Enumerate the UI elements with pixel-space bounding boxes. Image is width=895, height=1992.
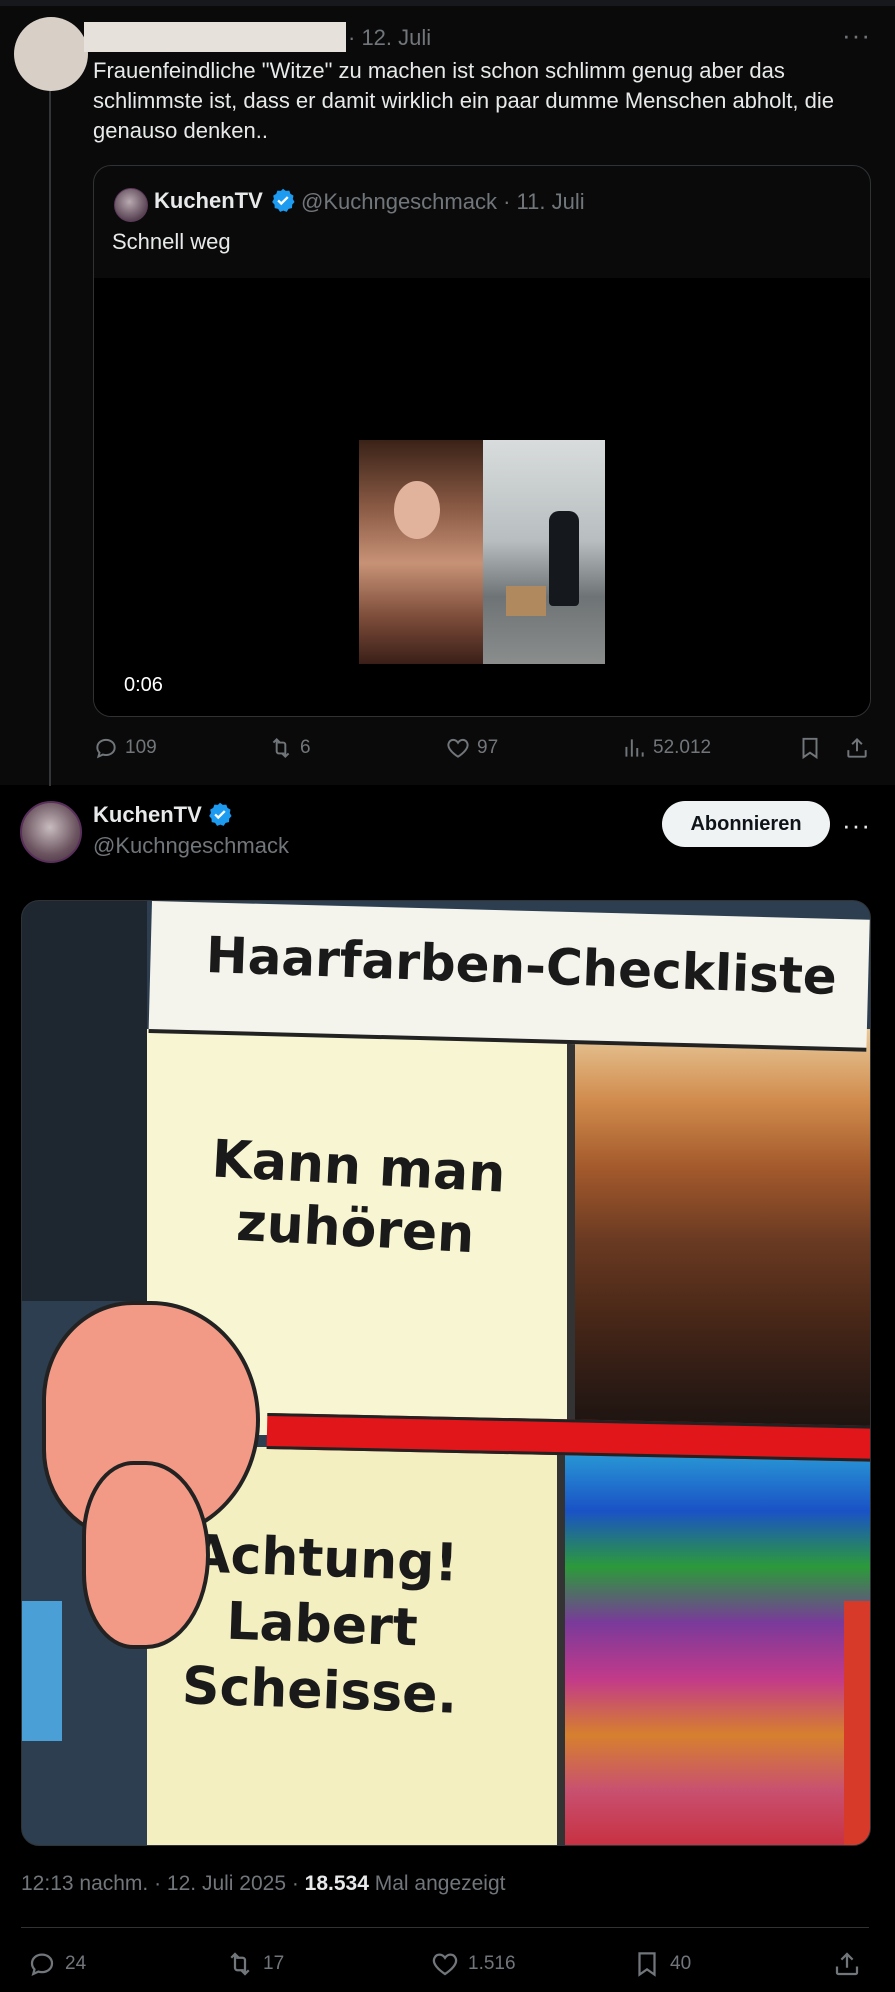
reply-icon [96,738,116,759]
main-author-avatar[interactable] [20,801,82,863]
video-thumbnail-face [394,481,440,539]
quote-author-handle[interactable]: @Kuchngeschmack · 11. Juli [301,189,585,215]
tweet-view-label: Mal angezeigt [368,1872,506,1895]
tweet-view-count: 18.534 [304,1872,369,1895]
meme-top-text: Kann man zuhören [210,1129,507,1266]
views-count: 52.012 [653,737,712,758]
like-icon [447,738,469,758]
tweet-timestamp[interactable]: 12:13 nachm. · 12. Juli 2025 · [21,1872,305,1895]
reply-views-button[interactable]: 52.012 [621,735,711,761]
reply-text: Frauenfeindliche "Witze" zu machen ist s… [93,58,834,143]
reply-bookmark-button[interactable] [797,735,823,761]
meme-image[interactable]: Haarfarben-Checkliste Kann man zuhören A… [21,900,871,1846]
repost-icon [230,1952,250,1976]
share-icon [847,737,867,758]
reply-icon [30,1953,54,1977]
main-reply-button[interactable]: 24 [27,1949,86,1979]
verified-icon [272,188,295,212]
meme-sleeve [22,1601,62,1741]
video-thumbnail-left [359,440,483,664]
reply-count: 109 [125,737,157,758]
thread-line [49,86,51,786]
main-repost-count: 17 [263,1953,285,1974]
video-thumbnail-person [549,511,579,606]
meme-background-left [22,901,147,1301]
main-like-button[interactable]: 1.516 [430,1949,516,1979]
main-bookmark-count: 40 [670,1953,692,1974]
tweet-metadata: 12:13 nachm. · 12. Juli 2025 · 18.534 Ma… [21,1872,506,1896]
reply-like-button[interactable]: 97 [445,735,498,761]
reply-date[interactable]: · 12. Juli [348,25,431,51]
divider [21,1927,869,1928]
meme-natural-hair-swatches [575,1029,870,1435]
bookmark-icon [638,1952,656,1977]
video-duration: 0:06 [124,674,163,696]
main-author-handle[interactable]: @Kuchngeschmack [93,833,289,859]
quoted-tweet-card[interactable]: KuchenTV @Kuchngeschmack · 11. Juli Schn… [93,165,871,717]
like-icon [432,1953,458,1976]
main-reply-count: 24 [65,1953,87,1974]
verified-icon [209,802,232,826]
quote-author-avatar[interactable] [114,188,148,222]
reply-more-button[interactable]: ··· [842,20,871,51]
repost-icon [272,737,290,759]
reply-share-button[interactable] [844,735,870,761]
main-author-name[interactable]: KuchenTV [93,802,202,828]
quote-author-name[interactable]: KuchenTV [154,188,263,214]
like-count: 97 [477,737,499,758]
main-bookmark-button[interactable]: 40 [632,1949,691,1979]
subscribe-button[interactable]: Abonnieren [662,801,830,847]
share-icon [835,1952,859,1976]
reply-author-avatar[interactable] [14,17,88,91]
meme-right-edge [844,1601,870,1845]
main-share-button[interactable] [832,1949,862,1979]
reply-reply-button[interactable]: 109 [93,735,157,761]
video-thumbnail-boxes [506,586,546,616]
main-repost-button[interactable]: 17 [225,1949,284,1979]
quote-text: Schnell weg [112,229,231,254]
reply-repost-button[interactable]: 6 [268,735,311,761]
meme-thumb [82,1461,210,1649]
main-like-count: 1.516 [468,1953,516,1974]
repost-count: 6 [300,737,311,758]
views-icon [625,739,644,757]
main-more-button[interactable]: ··· [842,810,871,841]
redacted-author-name [84,22,346,52]
bookmark-icon [802,737,818,760]
meme-bottom-text: Achtung! Labert Scheisse. [181,1524,460,1726]
meme-dyed-hair-swatches [565,1447,870,1845]
video-thumbnail-right [483,440,605,664]
